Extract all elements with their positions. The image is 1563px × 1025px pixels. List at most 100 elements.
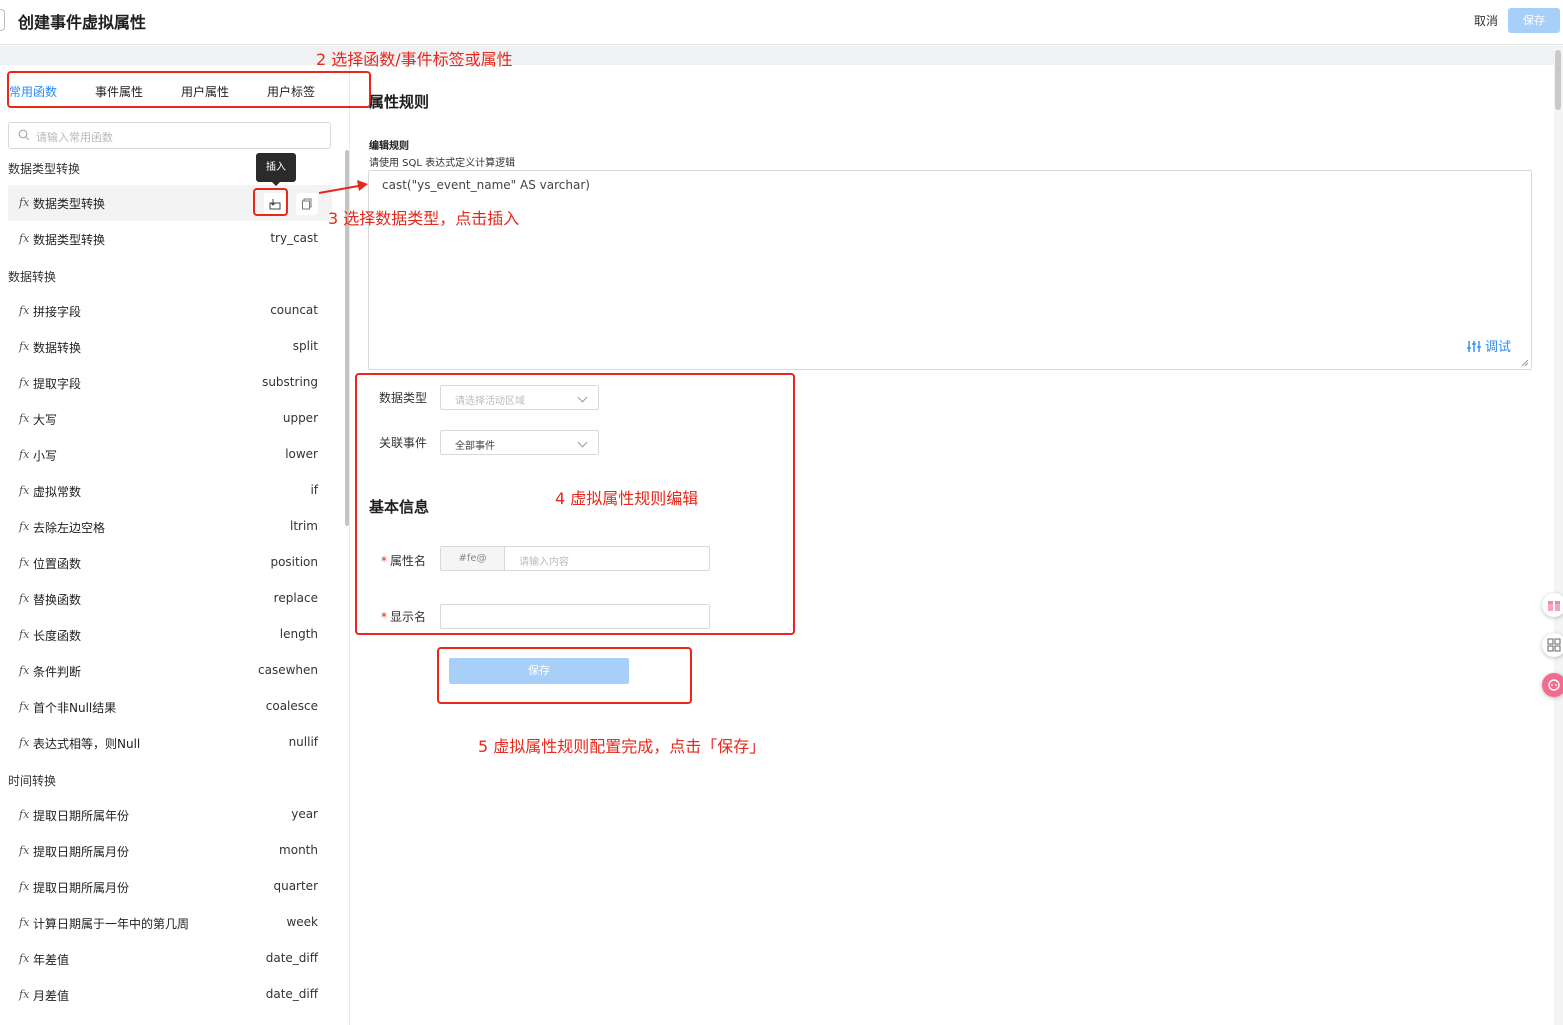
sql-editor[interactable]: cast("ys_event_name" AS varchar) 调试 (368, 170, 1532, 370)
function-search[interactable]: 请输入常用函数 (8, 122, 331, 149)
annotation-box-insert (253, 188, 288, 216)
edit-rules-hint: 请使用 SQL 表达式定义计算逻辑 (369, 158, 516, 169)
event-label: 关联事件 (379, 436, 428, 450)
function-name: 提取字段 (33, 377, 82, 391)
copy-button[interactable] (296, 193, 318, 215)
page-scrollbar[interactable] (1554, 46, 1563, 1025)
function-item[interactable]: fx 拼接字段 councat (8, 293, 332, 329)
tab-user-tags[interactable]: 用户标签 (267, 83, 315, 100)
display-name-field[interactable] (440, 604, 710, 629)
function-item[interactable]: fx 小写 lower (8, 437, 332, 473)
function-icon: fx (19, 952, 30, 965)
required-mark: * (381, 610, 387, 624)
function-icon: fx (19, 448, 30, 461)
tune-icon (1467, 341, 1481, 352)
function-name: 提取日期所属年份 (33, 809, 130, 823)
function-name: 拼接字段 (33, 305, 82, 319)
apps-button[interactable] (1542, 633, 1563, 657)
category-title: 数据类型转换 (8, 162, 81, 176)
annotation-step4: 4 虚拟属性规则编辑 (555, 489, 699, 508)
function-icon: fx (19, 412, 30, 425)
function-keyword: position (270, 555, 318, 569)
function-icon: fx (19, 736, 30, 749)
function-name: 数据类型转换 (33, 197, 106, 211)
function-icon: fx (19, 592, 30, 605)
function-name: 去除左边空格 (33, 521, 106, 535)
tab-event-attributes[interactable]: 事件属性 (95, 83, 143, 100)
function-icon: fx (19, 376, 30, 389)
function-item[interactable]: fx 表达式相等，则Null nullif (8, 725, 332, 761)
function-item[interactable]: fx 提取日期所属月份 quarter (8, 869, 332, 905)
function-item[interactable]: fx 提取日期所属年份 year (8, 797, 332, 833)
function-keyword: year (291, 807, 318, 821)
tab-common-functions[interactable]: 常用函数 (9, 83, 57, 100)
function-icon: fx (19, 232, 30, 245)
function-icon: fx (19, 664, 30, 677)
function-item[interactable]: fx 提取字段 substring (8, 365, 332, 401)
function-name: 长度函数 (33, 629, 82, 643)
form-save-button[interactable]: 保存 (449, 658, 629, 684)
tooltip-arrow (271, 181, 281, 186)
function-keyword: casewhen (258, 663, 318, 677)
data-type-placeholder: 请选择活动区域 (455, 396, 525, 407)
function-keyword: upper (282, 411, 318, 425)
category-title: 数据转换 (8, 270, 57, 284)
function-keyword: try_cast (270, 231, 318, 245)
function-item[interactable]: fx 提取日期所属月份 month (8, 833, 332, 869)
function-name: 首个非Null结果 (33, 701, 117, 715)
function-item[interactable]: fx 月差值 date_diff (8, 977, 332, 1013)
required-mark: * (381, 554, 387, 568)
function-item[interactable]: fx 大写 upper (8, 401, 332, 437)
function-item[interactable]: fx 首个非Null结果 coalesce (8, 689, 332, 725)
function-keyword: replace (273, 591, 318, 605)
function-item[interactable]: fx 计算日期属于一年中的第几周 week (8, 905, 332, 941)
function-keyword: nullif (288, 735, 318, 749)
function-name: 月差值 (33, 989, 70, 1003)
function-name: 大写 (33, 413, 58, 427)
header-divider-band (0, 46, 1563, 65)
function-keyword: coalesce (265, 699, 318, 713)
attr-name-field[interactable]: #fe@ 请输入内容 (440, 546, 710, 571)
page-scrollbar-thumb[interactable] (1555, 50, 1561, 110)
function-item[interactable]: fx 数据转换 split (8, 329, 332, 365)
function-item[interactable]: fx 数据类型转换 try_cast (8, 221, 332, 257)
sql-code: cast("ys_event_name" AS varchar) (382, 178, 590, 192)
function-item[interactable]: fx 替换函数 replace (8, 581, 332, 617)
function-name: 数据转换 (33, 341, 82, 355)
function-name: 表达式相等，则Null (33, 737, 141, 751)
event-select[interactable]: 全部事件 (440, 430, 599, 455)
cancel-button[interactable]: 取消 (1474, 12, 1498, 29)
back-handle[interactable] (0, 9, 5, 31)
function-item[interactable]: fx 去除左边空格 ltrim (8, 509, 332, 545)
function-item[interactable]: fx 虚拟常数 if (8, 473, 332, 509)
function-item[interactable]: fx 位置函数 position (8, 545, 332, 581)
top-bar: 创建事件虚拟属性 取消 保存 (0, 0, 1563, 45)
gift-button[interactable] (1542, 593, 1563, 617)
function-keyword: date_diff (265, 987, 318, 1001)
grid-icon (1547, 638, 1561, 652)
function-icon: fx (19, 196, 30, 209)
header-save-button[interactable]: 保存 (1508, 8, 1560, 33)
debug-button[interactable]: 调试 (1467, 336, 1511, 355)
chevron-down-icon (577, 392, 588, 403)
rules-title: 属性规则 (369, 93, 430, 111)
function-item[interactable]: fx 条件判断 casewhen (8, 653, 332, 689)
resize-handle-icon[interactable] (1521, 359, 1529, 367)
insert-tooltip: 插入 (256, 153, 296, 182)
function-icon: fx (19, 988, 30, 1001)
function-item[interactable]: fx 年差值 date_diff (8, 941, 332, 977)
attr-name-text: 属性名 (390, 554, 427, 568)
attr-name-label: * 属性名 (381, 552, 426, 569)
data-type-select[interactable]: 请选择活动区域 (440, 385, 599, 410)
copy-icon (302, 198, 312, 210)
annotation-step5: 5 虚拟属性规则配置完成，点击「保存」 (478, 737, 766, 756)
attr-prefix: #fe@ (441, 547, 505, 570)
function-keyword: month (279, 843, 318, 857)
function-icon: fx (19, 700, 30, 713)
function-item[interactable]: fx 长度函数 length (8, 617, 332, 653)
function-keyword: if (310, 483, 318, 497)
function-name: 提取日期所属月份 (33, 881, 130, 895)
display-name-text: 显示名 (390, 610, 427, 624)
tab-user-attributes[interactable]: 用户属性 (181, 83, 229, 100)
chat-button[interactable] (1542, 673, 1563, 697)
